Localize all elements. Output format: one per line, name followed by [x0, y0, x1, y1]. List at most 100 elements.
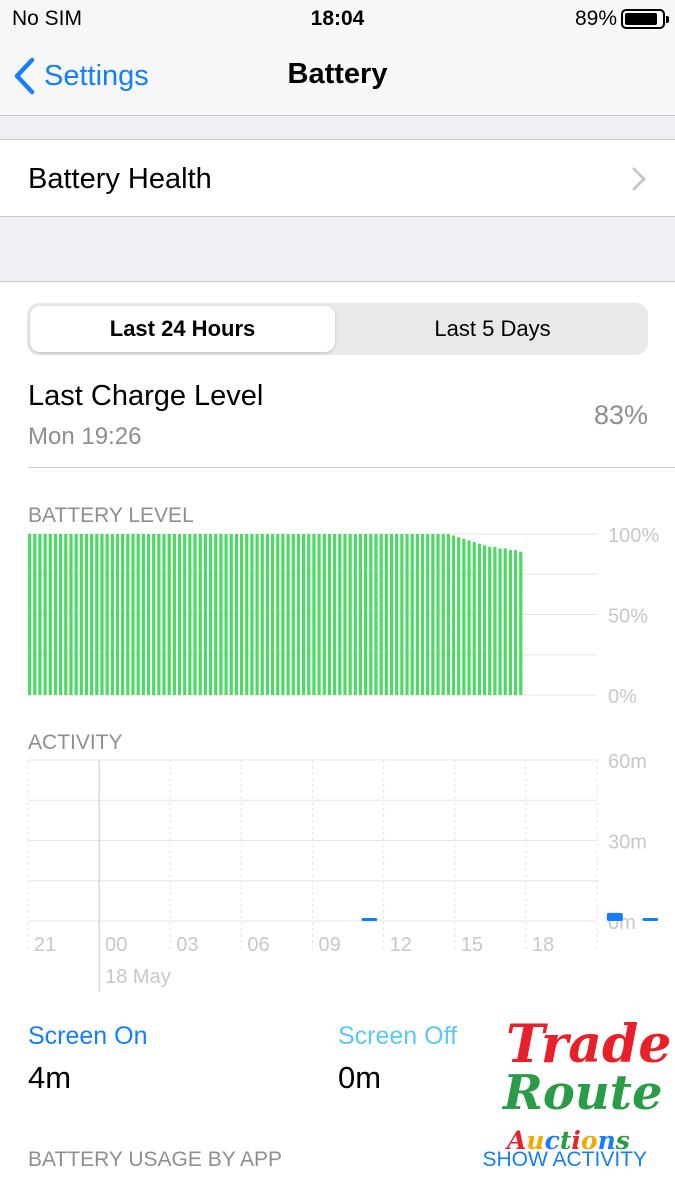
activity-x-tick-label: 00	[105, 934, 127, 956]
battery-level-bar	[177, 534, 182, 695]
battery-level-bar	[224, 534, 228, 695]
battery-level-bar	[343, 534, 347, 695]
last-charge-title: Last Charge Level	[28, 380, 264, 412]
activity-y-tick-label: 30m	[608, 832, 647, 854]
battery-level-bar	[498, 548, 502, 695]
battery-level-bar	[519, 551, 523, 695]
battery-level-bar	[364, 534, 368, 695]
battery-level-bar	[291, 534, 295, 695]
activity-bar	[642, 918, 659, 921]
battery-level-bar	[208, 534, 213, 695]
battery-level-bar	[348, 534, 352, 695]
battery-level-bar	[353, 534, 357, 695]
segment-last-5-days[interactable]: Last 5 Days	[340, 306, 645, 352]
battery-level-chart: 100% 50% 0%	[28, 525, 659, 708]
battery-level-bar	[420, 534, 425, 695]
battery-level-bar	[508, 550, 513, 695]
battery-level-bar	[322, 534, 326, 695]
battery-level-bar	[33, 534, 37, 695]
battery-level-bar	[121, 534, 125, 695]
activity-x-tick-label: 12	[390, 934, 412, 956]
battery-level-bar	[115, 534, 120, 695]
last-charge-time: Mon 19:26	[28, 423, 142, 450]
battery-level-bar	[198, 534, 202, 695]
battery-icon	[621, 9, 669, 29]
battery-level-bar	[255, 534, 259, 695]
battery-level-bar	[162, 534, 166, 695]
battery-level-bar	[152, 534, 156, 695]
battery-level-bar	[214, 534, 218, 695]
activity-x-tick-label: 03	[176, 934, 198, 956]
battery-level-bar	[488, 546, 492, 695]
battery-level-bar	[95, 534, 99, 695]
battery-level-bar	[462, 538, 466, 695]
activity-x-tick-label: 06	[247, 934, 269, 956]
battery-level-bar	[338, 534, 342, 695]
battery-level-bar	[28, 534, 32, 695]
navigation-bar: Settings Battery	[0, 38, 675, 116]
battery-level-bar	[436, 534, 440, 695]
screen-on-value: 4m	[28, 1060, 72, 1095]
battery-level-bar	[167, 534, 171, 695]
battery-level-bar	[446, 534, 450, 695]
battery-level-bar	[281, 534, 285, 695]
battery-y-tick-label: 100%	[608, 525, 659, 547]
battery-level-bar	[431, 534, 435, 695]
battery-level-bar	[38, 534, 42, 695]
battery-level-bar	[183, 534, 187, 695]
battery-level-bar	[69, 534, 73, 695]
battery-level-bar	[389, 534, 394, 695]
battery-health-row[interactable]: Battery Health	[0, 139, 675, 217]
battery-level-bar	[188, 534, 192, 695]
battery-level-bar	[64, 534, 68, 695]
screen-on-label: Screen On	[28, 1022, 148, 1050]
battery-level-bar	[84, 534, 89, 695]
battery-level-bar	[296, 534, 301, 695]
divider	[28, 467, 675, 468]
battery-level-bar	[482, 545, 487, 695]
battery-level-bar	[286, 534, 290, 695]
screen-off-label: Screen Off	[338, 1022, 458, 1050]
battery-y-tick-label: 0%	[608, 686, 637, 708]
time-range-segmented-control: Last 24 Hours Last 5 Days	[27, 303, 648, 355]
battery-y-tick-label: 50%	[608, 606, 648, 628]
battery-level-bar	[172, 534, 176, 695]
battery-level-bar	[48, 534, 52, 695]
battery-level-bar	[74, 534, 78, 695]
battery-level-bar	[513, 550, 518, 695]
battery-level-bar	[374, 534, 378, 695]
last-charge-value: 83%	[593, 400, 648, 430]
battery-level-bar	[358, 534, 363, 695]
battery-level-bar	[270, 534, 275, 695]
battery-level-bar	[90, 534, 94, 695]
battery-level-bar	[157, 534, 161, 695]
screen-off-value: 0m	[338, 1060, 382, 1095]
battery-level-bar	[327, 534, 332, 695]
battery-level-bar	[245, 534, 249, 695]
activity-date-label: 18 May	[105, 966, 171, 988]
battery-level-bar	[457, 537, 461, 695]
battery-percent: 89%	[574, 7, 617, 30]
battery-health-label: Battery Health	[28, 163, 212, 195]
activity-chart: 21 00 03 06 09 12 15 1818 May60m30m0m	[27, 751, 659, 992]
battery-level-bar	[110, 534, 114, 695]
battery-level-bar	[333, 534, 337, 695]
chevron-right-icon	[632, 167, 646, 191]
battery-level-bar	[503, 548, 507, 695]
battery-level-bar	[317, 534, 321, 695]
segment-last-24-hours[interactable]: Last 24 Hours	[30, 306, 335, 352]
activity-x-tick-label: 21	[34, 934, 56, 956]
battery-level-bar	[472, 542, 476, 695]
battery-usage-by-app-label: BATTERY USAGE BY APP	[28, 1148, 283, 1171]
activity-bar	[606, 912, 623, 921]
battery-level-bar	[405, 534, 409, 695]
battery-level-bar	[415, 534, 419, 695]
watermark-line-3: Auctions	[507, 1126, 630, 1155]
battery-level-bar	[265, 534, 270, 695]
battery-level-bar	[59, 534, 63, 695]
battery-level-bar	[53, 534, 58, 695]
battery-level-bar	[141, 534, 145, 695]
battery-level-bar	[302, 534, 306, 695]
battery-level-bar	[477, 543, 481, 695]
status-time: 18:04	[310, 7, 365, 30]
